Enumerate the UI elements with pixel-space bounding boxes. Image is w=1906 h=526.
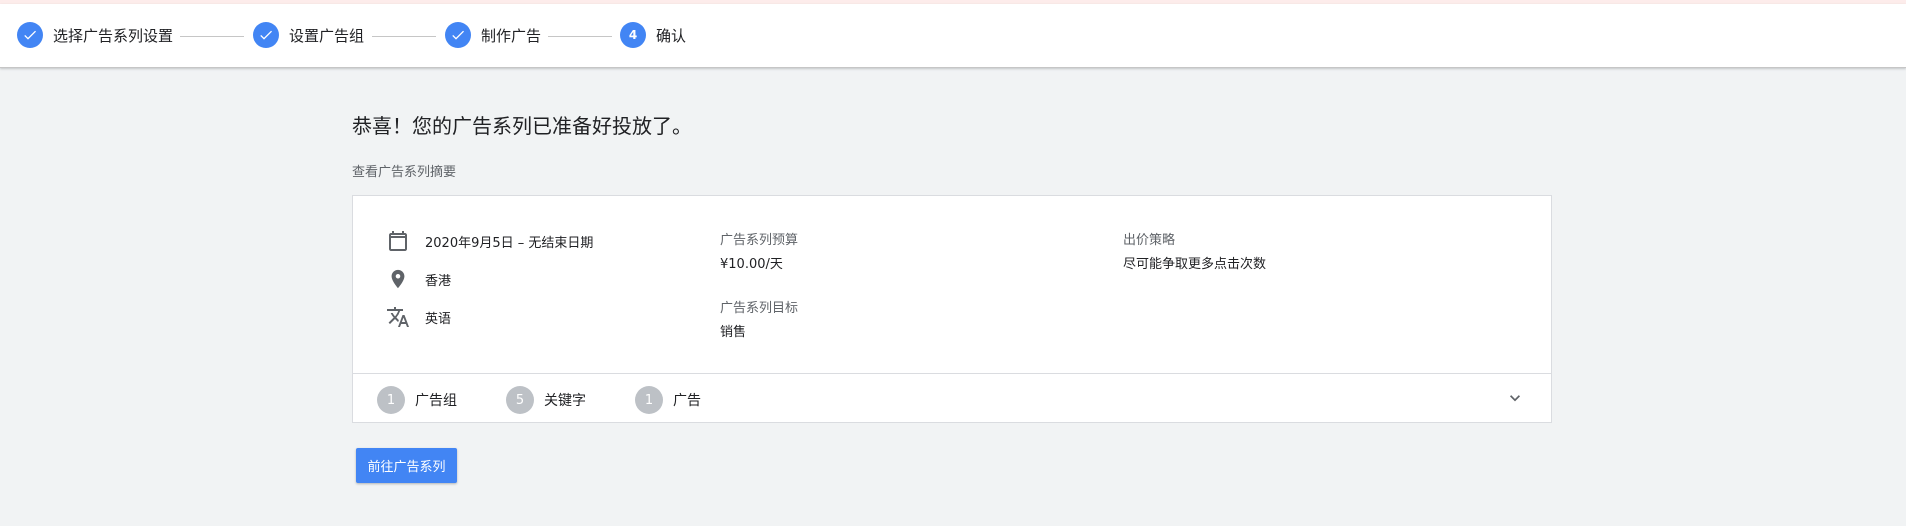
- step-connector: [180, 36, 244, 37]
- step-number-badge: 4: [620, 22, 646, 48]
- bidding-strategy-label: 出价策略: [1123, 233, 1176, 248]
- goal-label: 广告系列目标: [720, 301, 799, 316]
- progress-stepper: 选择广告系列设置 设置广告组 制作广告 4 确认: [0, 4, 1906, 68]
- check-icon: [17, 22, 43, 48]
- campaign-dates: 2020年9月5日 – 无结束日期: [425, 235, 594, 251]
- step-label: 制作广告: [481, 26, 542, 45]
- count-label: 关键字: [544, 393, 586, 409]
- translate-icon: [385, 304, 411, 330]
- ad-count: 1 广告: [635, 386, 701, 414]
- budget-value: ¥10.00/天: [720, 257, 783, 272]
- language-row: 英语: [385, 304, 451, 330]
- campaign-summary-card: 2020年9月5日 – 无结束日期 香港 英语 广告系列预算 ¥10.00/天 …: [352, 195, 1552, 423]
- step-label: 设置广告组: [289, 26, 365, 45]
- check-icon: [445, 22, 471, 48]
- check-icon: [253, 22, 279, 48]
- count-badge: 5: [506, 386, 534, 414]
- bidding-strategy-value: 尽可能争取更多点击次数: [1123, 257, 1267, 272]
- step-ad-group[interactable]: 设置广告组: [253, 22, 364, 48]
- location-row: 香港: [385, 266, 451, 292]
- step-label: 确认: [656, 26, 687, 45]
- step-connector: [548, 36, 612, 37]
- card-divider: [353, 373, 1551, 374]
- step-campaign-settings[interactable]: 选择广告系列设置: [17, 22, 173, 48]
- count-badge: 1: [635, 386, 663, 414]
- go-to-campaigns-button[interactable]: 前往广告系列: [356, 448, 457, 483]
- campaign-dates-row: 2020年9月5日 – 无结束日期: [385, 228, 593, 254]
- count-label: 广告: [673, 393, 701, 409]
- chevron-down-icon: [1505, 388, 1525, 412]
- budget-label: 广告系列预算: [720, 233, 799, 248]
- language-text: 英语: [425, 311, 452, 327]
- step-confirm: 4 确认: [620, 22, 686, 48]
- count-label: 广告组: [415, 393, 457, 409]
- step-label: 选择广告系列设置: [53, 26, 174, 45]
- page-subtitle: 查看广告系列摘要: [352, 165, 457, 180]
- step-create-ad[interactable]: 制作广告: [445, 22, 541, 48]
- location-pin-icon: [385, 266, 411, 292]
- ad-group-count: 1 广告组: [377, 386, 457, 414]
- calendar-icon: [385, 228, 411, 254]
- step-connector: [372, 36, 436, 37]
- goal-value: 销售: [720, 325, 747, 340]
- page-title: 恭喜！您的广告系列已准备好投放了。: [352, 114, 692, 138]
- count-badge: 1: [377, 386, 405, 414]
- location-text: 香港: [425, 273, 452, 289]
- expand-summary-button[interactable]: [1503, 388, 1527, 412]
- keyword-count: 5 关键字: [506, 386, 586, 414]
